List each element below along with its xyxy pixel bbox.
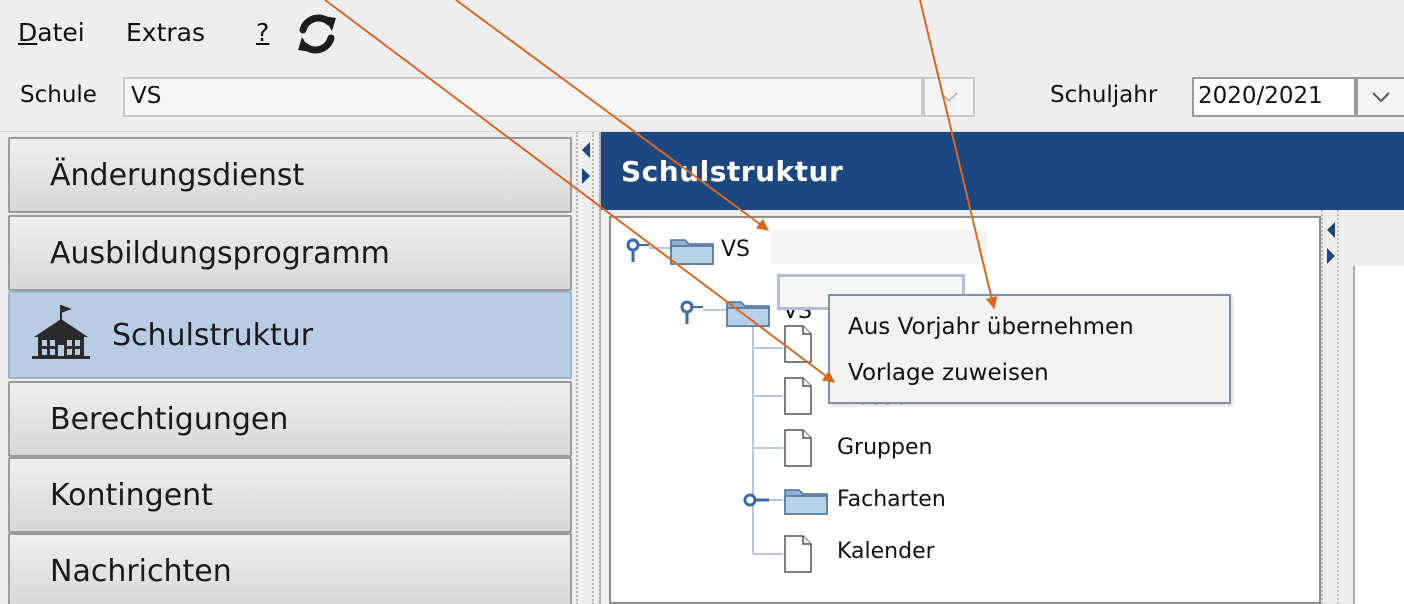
school-combo-button[interactable] <box>923 77 975 117</box>
root-rename-field[interactable] <box>771 230 987 264</box>
expand-handle-icon[interactable] <box>743 490 771 510</box>
document-icon <box>784 325 812 363</box>
document-icon <box>784 535 812 573</box>
tree-splitter[interactable] <box>1321 210 1339 604</box>
menu-item-vorlage-zuweisen[interactable]: Vorlage zuweisen <box>848 358 1049 388</box>
school-building-icon <box>32 305 90 359</box>
chevron-down-icon <box>940 92 958 103</box>
refresh-icon[interactable] <box>296 14 338 54</box>
document-icon <box>784 377 812 415</box>
folder-icon <box>726 301 770 327</box>
menu-datei[interactable]: Datei <box>18 16 85 50</box>
nav-item-berechtigungen[interactable]: Berechtigungen <box>8 381 572 457</box>
detail-panel <box>1341 216 1404 604</box>
nav-item-label: Ausbildungsprogramm <box>50 236 390 271</box>
menu-extras[interactable]: Extras <box>126 16 205 50</box>
menubar: Datei Extras ? <box>0 0 1404 62</box>
school-year-field[interactable]: 2020/2021 <box>1192 77 1356 117</box>
folder-icon <box>670 239 714 265</box>
tree-lines <box>649 247 783 555</box>
nav-item-kontingent[interactable]: Kontingent <box>8 457 572 533</box>
school-year-button[interactable] <box>1356 77 1404 117</box>
nav-item-schulstruktur[interactable]: Schulstruktur <box>8 291 572 379</box>
chevron-down-icon <box>1372 92 1390 103</box>
detail-content <box>1353 266 1404 604</box>
menu-item-aus-vorjahr[interactable]: Aus Vorjahr übernehmen <box>848 312 1134 342</box>
expand-handle-icon[interactable] <box>677 298 705 326</box>
menu-datei-mnemonic: D <box>18 18 38 47</box>
nav-item-nachrichten[interactable]: Nachrichten <box>8 533 572 604</box>
school-year-label: Schuljahr <box>1050 82 1158 108</box>
document-icon <box>784 429 812 467</box>
school-label: Schule <box>20 82 97 108</box>
nav-splitter[interactable] <box>576 132 594 604</box>
collapse-arrows-icon[interactable] <box>580 140 592 186</box>
folder-icon <box>784 489 828 515</box>
nav-item-label: Kontingent <box>50 478 213 513</box>
menu-help[interactable]: ? <box>256 16 269 50</box>
tree-node-kalender[interactable]: Kalender <box>837 538 935 566</box>
tree-root-label[interactable]: VS <box>721 236 750 264</box>
nav-item-label: Änderungsdienst <box>50 158 305 193</box>
collapse-arrows-icon[interactable] <box>1325 220 1337 266</box>
main-navigation: Änderungsdienst Ausbildungsprogramm Schu… <box>8 137 572 604</box>
nav-item-label: Berechtigungen <box>50 402 289 437</box>
menu-help-label: ? <box>256 18 270 47</box>
nav-item-ausbildungsprogramm[interactable]: Ausbildungsprogramm <box>8 215 572 291</box>
nav-item-label: Schulstruktur <box>112 318 314 353</box>
tree-node-gruppen[interactable]: Gruppen <box>837 434 932 462</box>
page-title: Schulstruktur <box>621 155 844 188</box>
content-header: Schulstruktur <box>601 132 1404 210</box>
school-toolbar: Schule VS Schuljahr 2020/2021 <box>0 62 1404 132</box>
expand-handle-icon[interactable] <box>623 236 651 264</box>
menu-datei-label: atei <box>37 18 85 47</box>
nav-item-aenderungsdienst[interactable]: Änderungsdienst <box>8 137 572 213</box>
nav-item-label: Nachrichten <box>50 554 232 589</box>
structure-tree: VS VS Klassen Gruppen <box>609 216 1321 604</box>
tree-node-facharten[interactable]: Facharten <box>837 486 946 514</box>
context-menu: Aus Vorjahr übernehmen Vorlage zuweisen <box>828 294 1231 404</box>
school-combo-field[interactable]: VS <box>123 77 923 117</box>
